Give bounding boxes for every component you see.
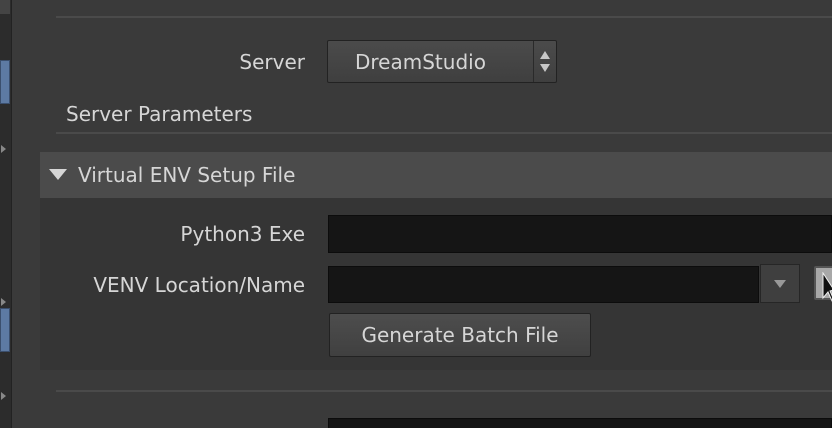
scroll-thumb[interactable]	[0, 60, 10, 104]
dropdown-arrow-icon	[774, 280, 786, 288]
python-exe-field[interactable]	[328, 215, 832, 253]
server-dropdown-value: DreamStudio	[355, 50, 486, 74]
chevron-up-icon	[540, 51, 550, 59]
mouse-cursor-icon	[822, 272, 832, 302]
chevron-down-icon	[540, 64, 550, 72]
expand-arrow-icon	[1, 392, 6, 400]
scroll-up-icon[interactable]	[0, 0, 10, 14]
venv-location-field[interactable]	[328, 266, 759, 303]
generate-batch-file-button[interactable]: Generate Batch File	[329, 313, 591, 357]
collapse-triangle-icon[interactable]	[49, 169, 67, 180]
venv-folder-header[interactable]: Virtual ENV Setup File	[40, 152, 832, 198]
venv-folder-title: Virtual ENV Setup File	[78, 163, 296, 187]
bottom-divider	[56, 390, 832, 392]
section-divider	[56, 132, 832, 134]
left-scrollbar[interactable]	[0, 0, 12, 428]
server-label: Server	[239, 50, 305, 74]
venv-location-menu-button[interactable]	[760, 264, 800, 303]
scroll-thumb-secondary[interactable]	[0, 308, 10, 352]
expand-arrow-icon	[1, 298, 6, 306]
python-exe-label: Python3 Exe	[180, 222, 305, 246]
server-dropdown-spinner[interactable]	[533, 41, 556, 82]
venv-location-label: VENV Location/Name	[93, 273, 305, 297]
expand-arrow-icon	[1, 145, 6, 153]
server-parameters-heading: Server Parameters	[66, 102, 253, 126]
top-divider	[56, 16, 832, 18]
next-field[interactable]	[328, 418, 832, 428]
server-dropdown[interactable]: DreamStudio	[327, 40, 557, 83]
